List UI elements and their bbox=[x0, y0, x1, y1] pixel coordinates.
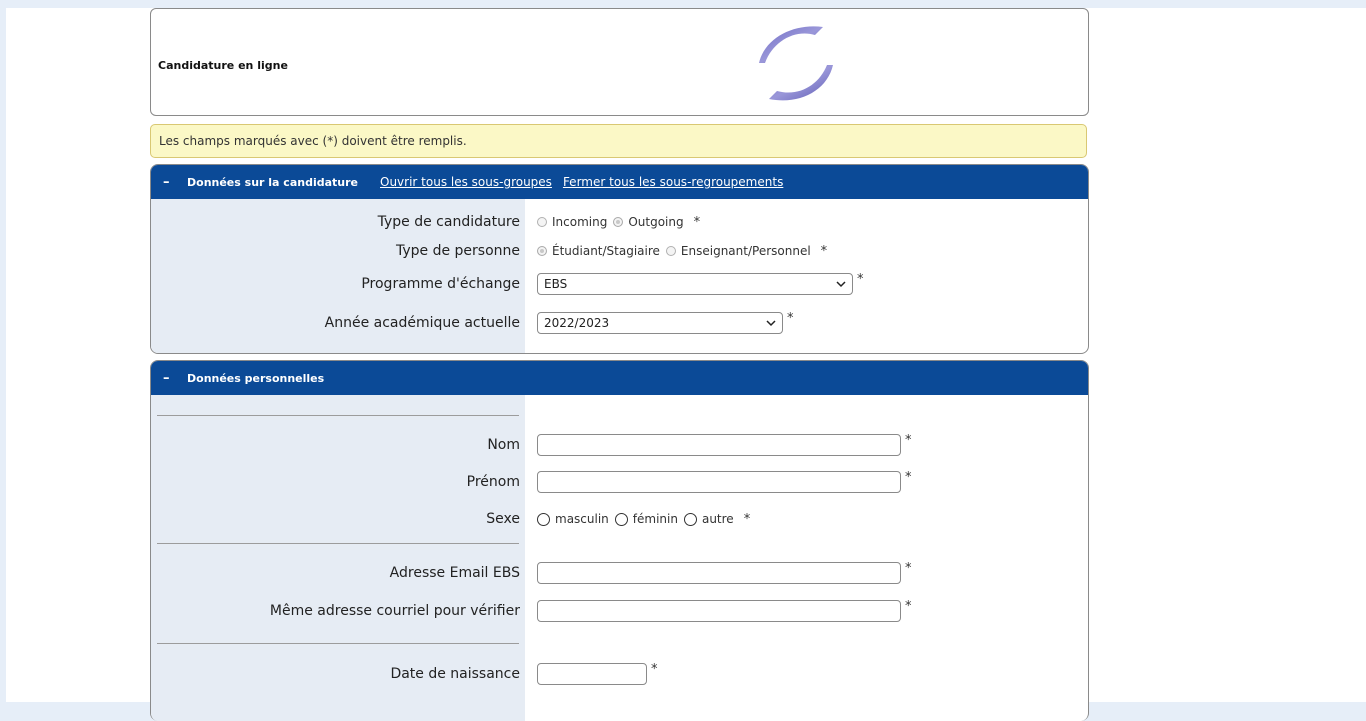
birthdate-input[interactable] bbox=[537, 663, 647, 685]
field-label: Même adresse courriel pour vérifier bbox=[269, 603, 520, 619]
section-title: Données personnelles bbox=[187, 371, 325, 385]
required-mark: * bbox=[905, 432, 912, 448]
row-nom: Nom * bbox=[151, 432, 1088, 456]
email-confirm-field: * bbox=[537, 598, 912, 622]
row-email-confirm: Même adresse courriel pour vérifier * bbox=[151, 598, 1088, 622]
required-mark: * bbox=[787, 310, 794, 326]
programme-select[interactable]: EBS bbox=[537, 273, 853, 295]
field-label: Date de naissance bbox=[390, 666, 520, 682]
required-mark: * bbox=[651, 661, 658, 677]
prenom-input[interactable] bbox=[537, 471, 901, 493]
select-value: EBS bbox=[544, 277, 568, 291]
select-value: 2022/2023 bbox=[544, 316, 610, 330]
sexe-radios: masculin féminin autre * bbox=[537, 508, 750, 530]
radio-incoming[interactable] bbox=[537, 217, 547, 227]
radio-autre[interactable] bbox=[683, 512, 697, 526]
field-label: Adresse Email EBS bbox=[389, 565, 520, 581]
radio-label: autre bbox=[701, 512, 734, 526]
open-all-subgroups-link[interactable]: Ouvrir tous les sous-groupes bbox=[380, 175, 552, 189]
radio-etudiant[interactable] bbox=[537, 246, 547, 256]
required-mark: * bbox=[905, 598, 912, 614]
required-mark: * bbox=[905, 560, 912, 576]
divider bbox=[157, 415, 519, 416]
email-input[interactable] bbox=[537, 562, 901, 584]
row-programme: Programme d'échange EBS * bbox=[151, 271, 1088, 295]
nom-input[interactable] bbox=[537, 434, 901, 456]
radio-label: Incoming bbox=[552, 215, 608, 229]
close-all-subgroups-link[interactable]: Fermer tous les sous-regroupements bbox=[563, 175, 783, 189]
required-fields-notice: Les champs marqués avec (*) doivent être… bbox=[150, 124, 1087, 158]
programme-field: EBS * bbox=[537, 271, 864, 295]
chevron-down-icon bbox=[836, 281, 846, 288]
required-mark: * bbox=[820, 243, 828, 259]
field-label: Type de candidature bbox=[377, 214, 520, 230]
field-label: Sexe bbox=[486, 511, 520, 527]
collapse-toggle[interactable]: – bbox=[163, 371, 177, 386]
naissance-field: * bbox=[537, 661, 658, 685]
row-naissance: Date de naissance * bbox=[151, 661, 1088, 685]
prenom-field: * bbox=[537, 469, 912, 493]
section-body: Type de candidature Incoming Outgoing * … bbox=[151, 199, 1088, 353]
radio-outgoing[interactable] bbox=[613, 217, 624, 227]
required-mark: * bbox=[905, 469, 912, 485]
field-label: Programme d'échange bbox=[361, 276, 520, 292]
logo-icon bbox=[759, 26, 833, 101]
annee-select[interactable]: 2022/2023 bbox=[537, 312, 783, 334]
radio-label: Étudiant/Stagiaire bbox=[552, 244, 660, 258]
row-email: Adresse Email EBS * bbox=[151, 560, 1088, 584]
type-candidature-radios: Incoming Outgoing * bbox=[537, 211, 700, 233]
field-label: Prénom bbox=[466, 474, 520, 490]
radio-label: Outgoing bbox=[628, 215, 684, 229]
section-personal-data: – Données personnelles Nom * Prénom * Se… bbox=[150, 360, 1089, 721]
page-title: Candidature en ligne bbox=[158, 59, 288, 72]
field-label: Nom bbox=[487, 437, 520, 453]
row-type-candidature: Type de candidature Incoming Outgoing * bbox=[151, 211, 1088, 233]
section-title: Données sur la candidature bbox=[187, 175, 358, 189]
chevron-down-icon bbox=[766, 320, 776, 327]
nom-field: * bbox=[537, 432, 912, 456]
radio-feminin[interactable] bbox=[614, 512, 628, 526]
row-type-personne: Type de personne Étudiant/Stagiaire Ense… bbox=[151, 240, 1088, 262]
collapse-toggle[interactable]: – bbox=[163, 175, 177, 190]
annee-field: 2022/2023 * bbox=[537, 310, 794, 334]
section-body: Nom * Prénom * Sexe masculin féminin aut… bbox=[151, 395, 1088, 721]
field-label: Type de personne bbox=[395, 243, 520, 259]
divider bbox=[157, 643, 519, 644]
email-field: * bbox=[537, 560, 912, 584]
row-sexe: Sexe masculin féminin autre * bbox=[151, 508, 1088, 530]
radio-enseignant[interactable] bbox=[665, 246, 676, 256]
radio-label: Enseignant/Personnel bbox=[680, 244, 811, 258]
section-header: – Données sur la candidature Ouvrir tous… bbox=[151, 165, 1088, 199]
required-mark: * bbox=[693, 214, 701, 230]
radio-masculin[interactable] bbox=[537, 512, 550, 526]
section-header: – Données personnelles bbox=[151, 361, 1088, 395]
row-prenom: Prénom * bbox=[151, 469, 1088, 493]
radio-label: féminin bbox=[632, 512, 678, 526]
divider bbox=[157, 543, 519, 544]
section-application-data: – Données sur la candidature Ouvrir tous… bbox=[150, 164, 1089, 354]
radio-label: masculin bbox=[555, 512, 609, 526]
field-label: Année académique actuelle bbox=[324, 315, 520, 331]
required-mark: * bbox=[857, 271, 864, 287]
email-confirm-input[interactable] bbox=[537, 600, 901, 622]
type-personne-radios: Étudiant/Stagiaire Enseignant/Personnel … bbox=[537, 240, 827, 262]
required-mark: * bbox=[743, 511, 751, 527]
row-annee: Année académique actuelle 2022/2023 * bbox=[151, 310, 1088, 334]
app-header: Candidature en ligne bbox=[150, 8, 1089, 116]
